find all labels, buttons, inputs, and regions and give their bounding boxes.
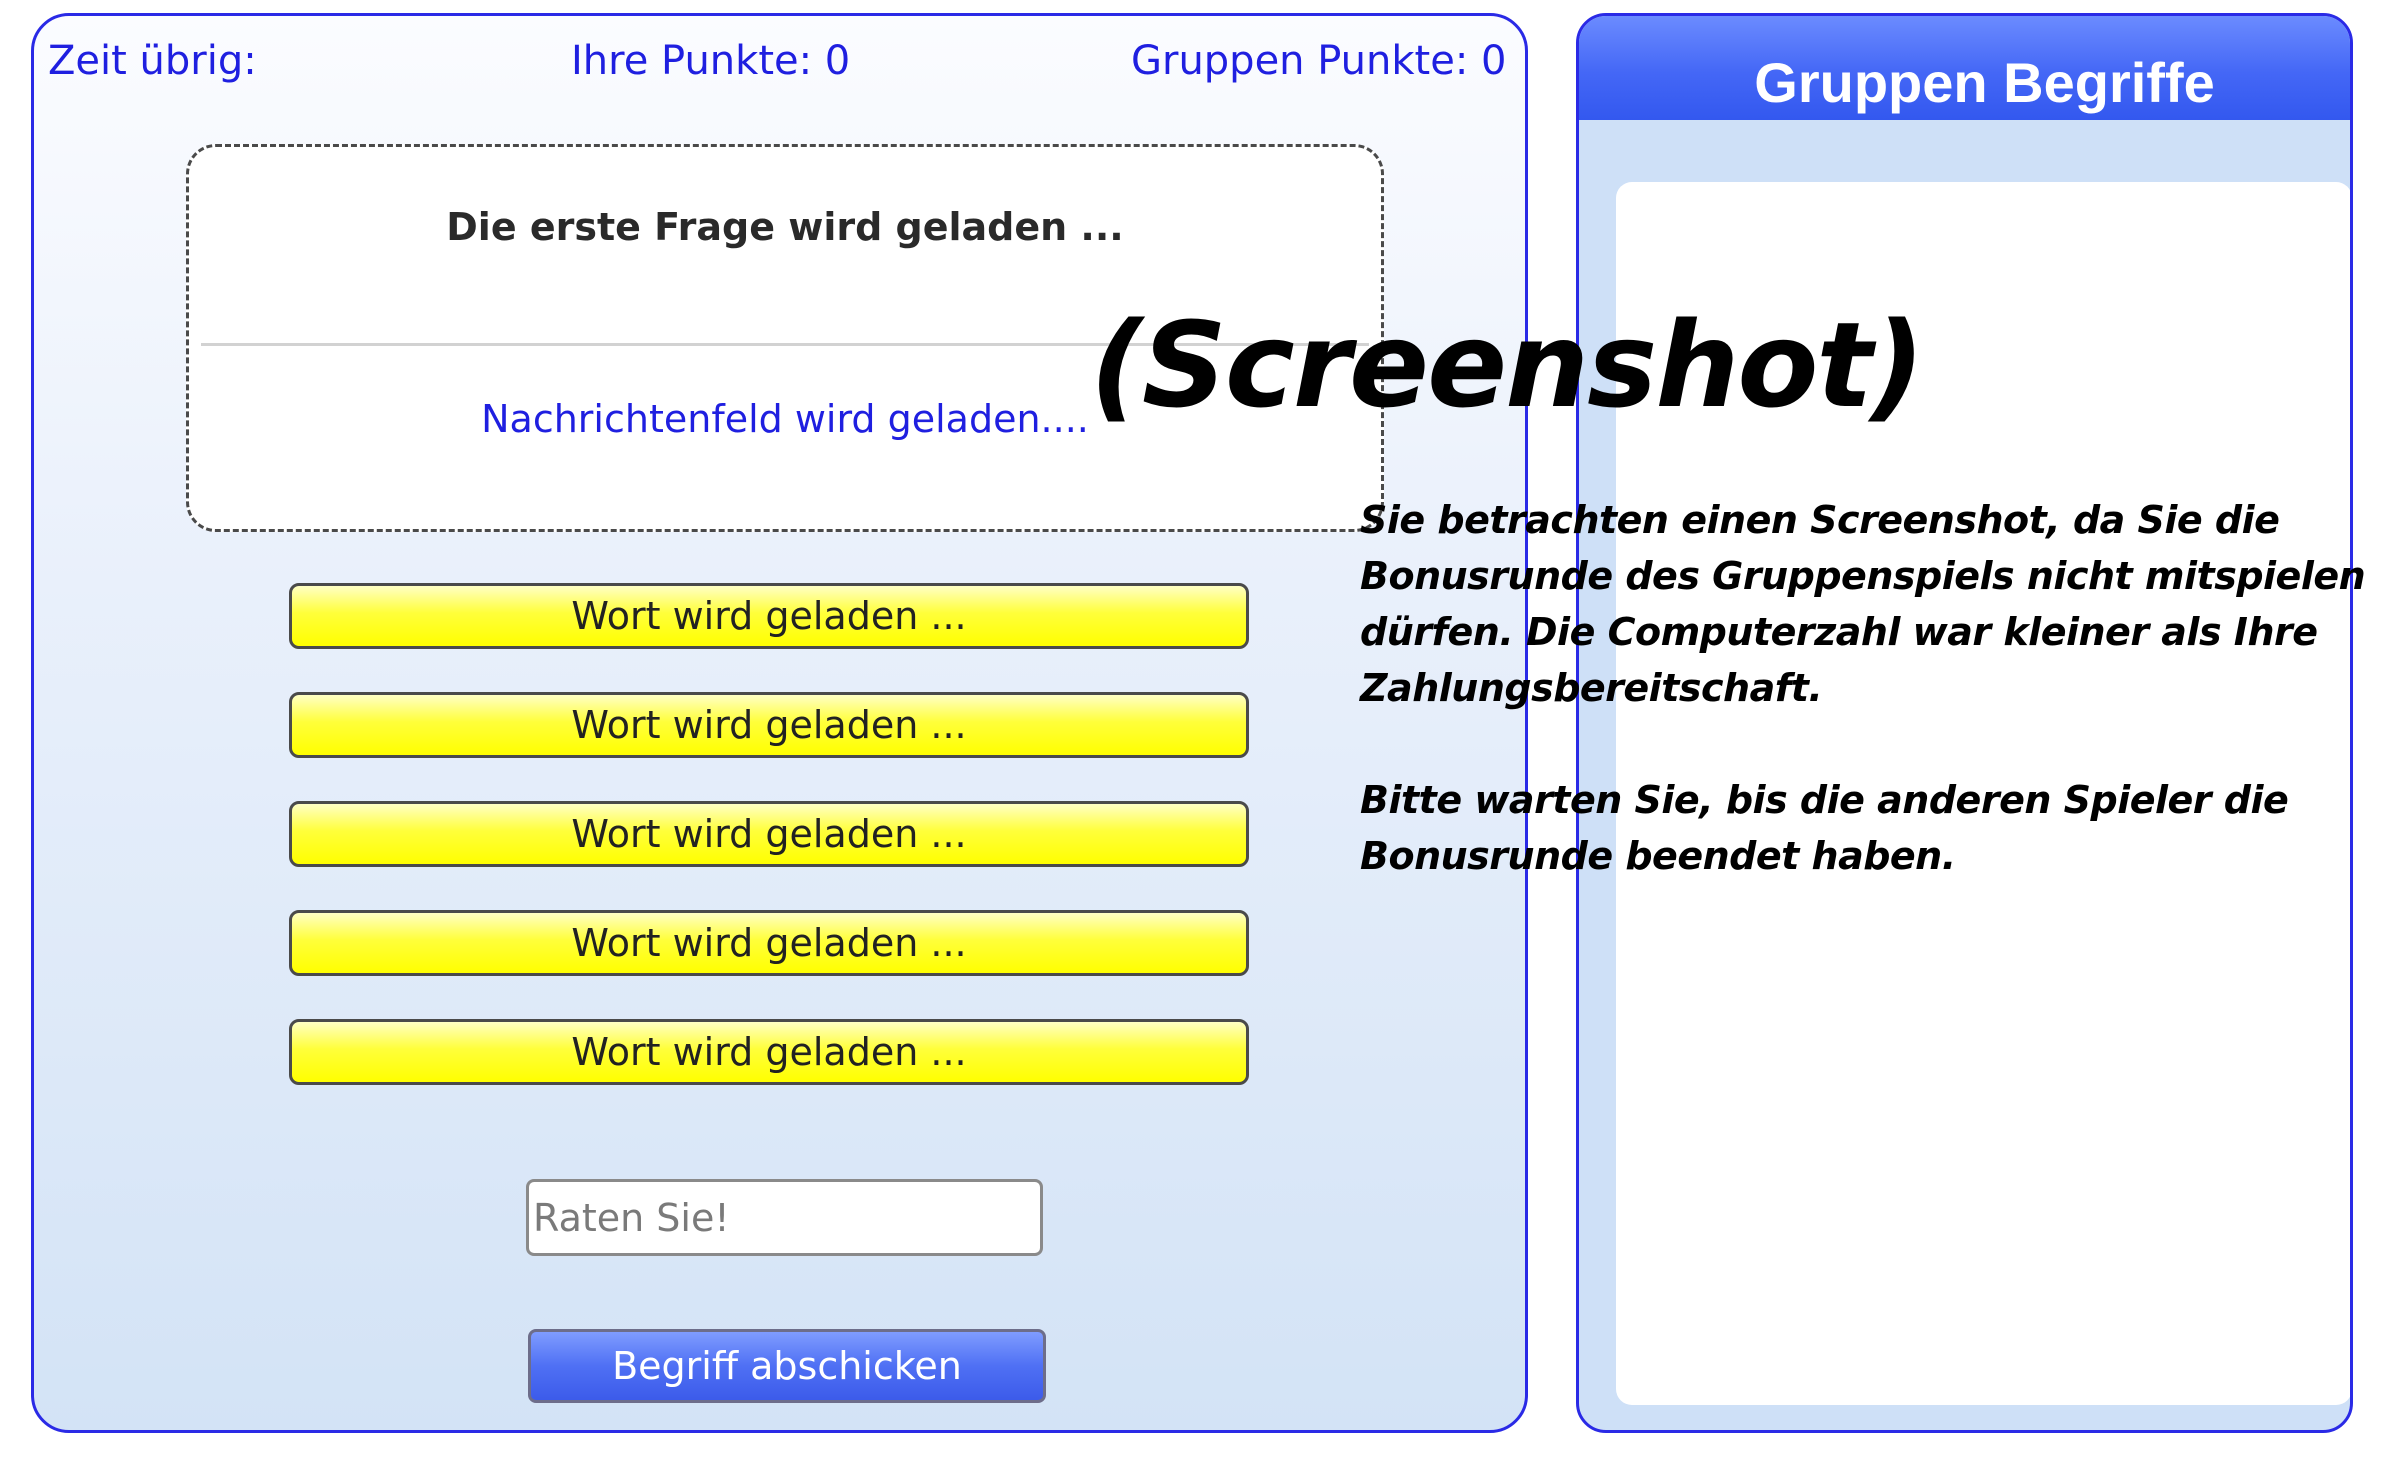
overlay-paragraph-1: Sie betrachten einen Screenshot, da Sie … [1360,498,2366,710]
screenshot-overlay-notice: Sie betrachten einen Screenshot, da Sie … [1360,492,2380,940]
guess-input[interactable] [526,1179,1043,1256]
word-button-5[interactable]: Wort wird geladen ... [289,1019,1249,1085]
own-points-label: Ihre Punkte: 0 [571,38,851,84]
word-button-4[interactable]: Wort wird geladen ... [289,910,1249,976]
overlay-paragraph-2: Bitte warten Sie, bis die anderen Spiele… [1360,778,2289,878]
game-panel: Zeit übrig: Ihre Punkte: 0 Gruppen Punkt… [31,13,1528,1433]
question-text: Die erste Frage wird geladen ... [446,205,1124,249]
group-terms-title: Gruppen Begriffe [1754,51,2215,114]
word-button-3[interactable]: Wort wird geladen ... [289,801,1249,867]
group-points-label: Gruppen Punkte: 0 [1131,38,1507,84]
screenshot-overlay-title: (Screenshot) [1090,296,1925,434]
word-button-1[interactable]: Wort wird geladen ... [289,583,1249,649]
submit-term-button[interactable]: Begriff abschicken [528,1329,1046,1403]
word-button-2[interactable]: Wort wird geladen ... [289,692,1249,758]
word-list: Wort wird geladen ... Wort wird geladen … [289,583,1249,1128]
group-terms-header: Gruppen Begriffe [1579,16,2350,120]
time-remaining-label: Zeit übrig: [48,38,257,84]
